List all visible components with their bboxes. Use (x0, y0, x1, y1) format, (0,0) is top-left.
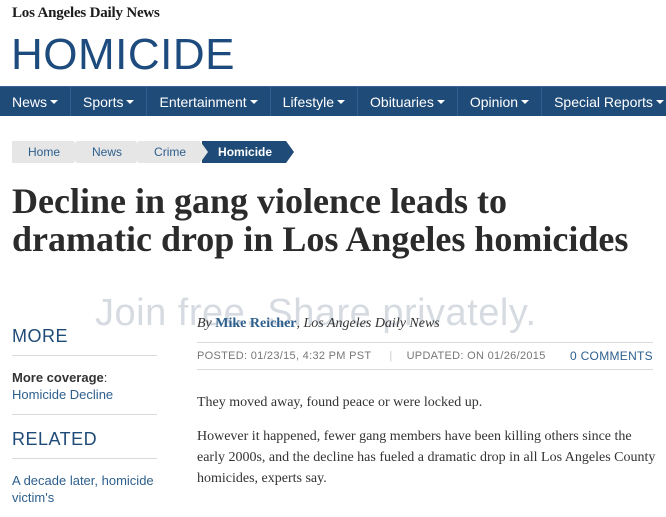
comments-link[interactable]: 0 COMMENTS (570, 349, 653, 363)
updated-date: UPDATED: ON 01/26/2015 (406, 350, 546, 362)
nav-item-lifestyle[interactable]: Lifestyle (271, 87, 359, 116)
site-logo[interactable]: Los Angeles Daily News (12, 5, 160, 22)
masthead: Los Angeles Daily News HOMICIDE (0, 0, 666, 85)
more-heading: MORE (12, 320, 157, 356)
nav-item-obituaries[interactable]: Obituaries (358, 87, 458, 116)
breadcrumb: Home News Crime Homicide (12, 141, 295, 163)
author-link[interactable]: Mike Reicher (215, 316, 296, 331)
chevron-down-icon (50, 100, 59, 104)
more-coverage-link[interactable]: Homicide Decline (12, 387, 113, 402)
article-paragraph: However it happened, fewer gang members … (197, 429, 656, 486)
nav-label: Obituaries (370, 93, 434, 110)
nav-item-entertainment[interactable]: Entertainment (147, 87, 271, 116)
chevron-down-icon (126, 100, 135, 104)
breadcrumb-news[interactable]: News (76, 141, 145, 163)
breadcrumb-home[interactable]: Home (12, 141, 83, 163)
related-heading: RELATED (12, 415, 157, 459)
article-headline: Decline in gang violence leads to dramat… (12, 181, 629, 259)
chevron-down-icon (521, 100, 530, 104)
section-title[interactable]: HOMICIDE (11, 30, 235, 80)
meta-divider: | (389, 350, 393, 362)
nav-item-news[interactable]: News (0, 87, 72, 116)
byline-outlet: , Los Angeles Daily News (296, 316, 440, 331)
chevron-down-icon (655, 100, 664, 104)
nav-item-special-reports[interactable]: Special Reports (542, 87, 666, 116)
nav-item-sports[interactable]: Sports (71, 87, 148, 116)
nav-label: News (12, 93, 48, 110)
nav-label: Special Reports (554, 93, 653, 110)
nav-label: Entertainment (159, 93, 247, 110)
article-paragraph: They moved away, found peace or were loc… (197, 395, 483, 410)
byline-prefix: By (197, 316, 212, 331)
more-coverage-colon: : (103, 370, 108, 385)
chevron-down-icon (436, 100, 445, 104)
more-coverage-label: More coverage (12, 370, 104, 385)
breadcrumb-homicide[interactable]: Homicide (202, 141, 295, 163)
posted-date: POSTED: 01/23/15, 4:32 PM PST (197, 350, 372, 362)
byline: By Mike Reicher, Los Angeles Daily News (197, 316, 440, 332)
nav-item-opinion[interactable]: Opinion (458, 87, 543, 116)
nav-label: Sports (83, 93, 124, 110)
nav-label: Lifestyle (282, 93, 335, 110)
related-block: A decade later, homicide victim's (12, 459, 157, 517)
nav-label: Opinion (469, 93, 519, 110)
article-body: They moved away, found peace or were loc… (197, 392, 657, 502)
sidebar: MORE More coverage: Homicide Decline REL… (12, 320, 157, 517)
breadcrumb-crime[interactable]: Crime (138, 141, 209, 163)
chevron-down-icon (249, 100, 258, 104)
main-nav: News Sports Entertainment Lifestyle Obit… (0, 86, 666, 116)
more-coverage-block: More coverage: Homicide Decline (12, 356, 157, 415)
related-link[interactable]: A decade later, homicide victim's (12, 473, 154, 505)
article-meta: POSTED: 01/23/15, 4:32 PM PST | UPDATED:… (197, 342, 653, 370)
chevron-down-icon (337, 100, 346, 104)
